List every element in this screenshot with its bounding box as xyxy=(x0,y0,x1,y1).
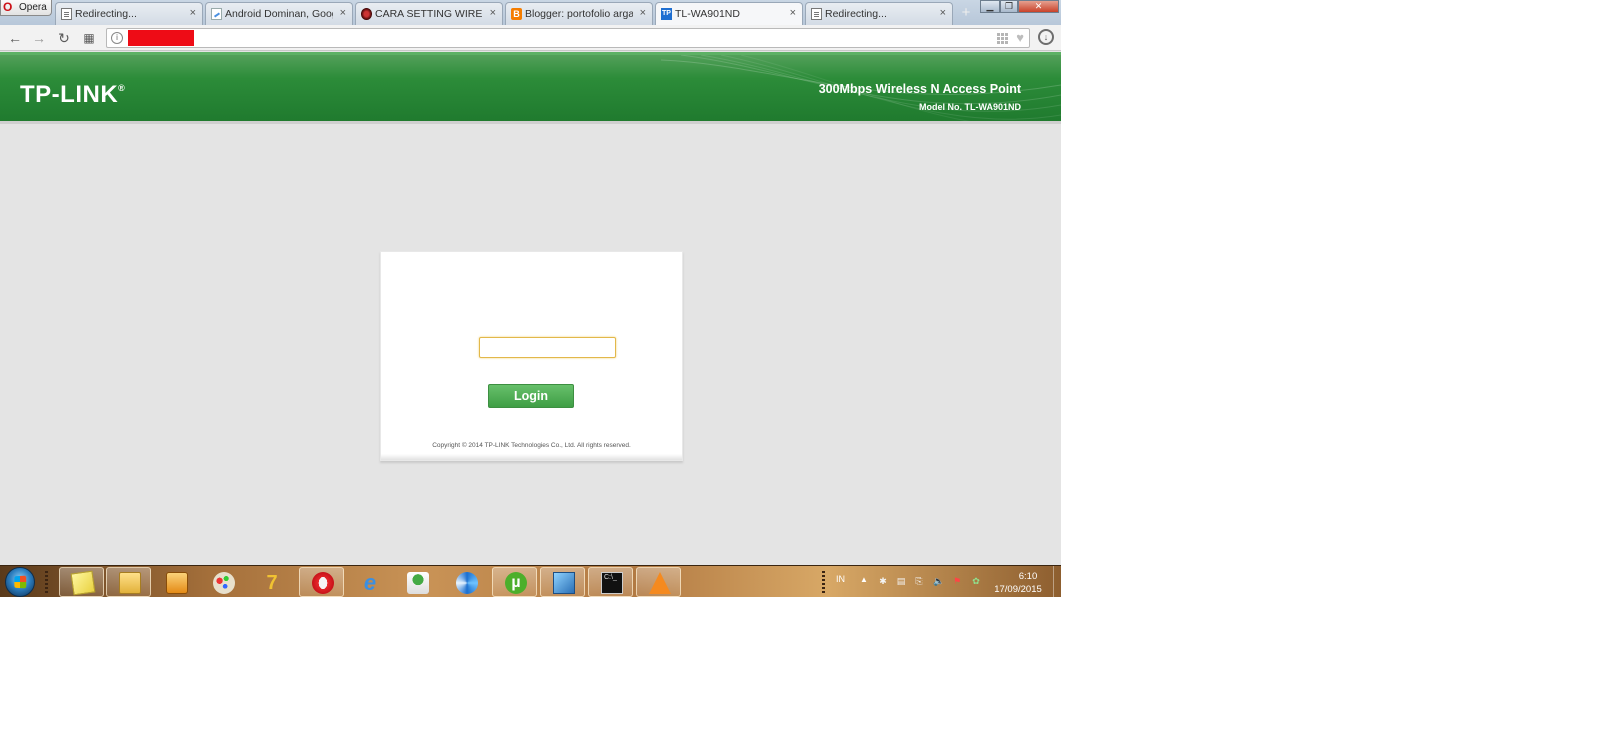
document-icon xyxy=(811,8,822,20)
opera-logo-icon: O xyxy=(3,0,13,14)
taskbar-grip xyxy=(45,571,48,593)
registered-mark: ® xyxy=(118,83,126,93)
sticky-notes-icon xyxy=(70,570,96,596)
browser-toolbar: ← → ↻ ▦ i ♥ ↓ xyxy=(0,25,1061,51)
tab-label: CARA SETTING WIRELESS xyxy=(375,8,483,20)
close-window-button[interactable]: ✕ xyxy=(1018,0,1059,13)
taskbar: 7 e µ C:\_ IN ▲ ✱ ▤ ⎘ 🔈 ⚑ ✿ 6:10 17/09/2… xyxy=(0,565,1061,597)
bluetooth-icon[interactable]: ✱ xyxy=(878,576,888,586)
tab-close-icon[interactable]: × xyxy=(940,7,946,19)
new-tab-button[interactable]: + xyxy=(958,5,974,20)
network-error-icon[interactable]: ⚑ xyxy=(952,576,962,586)
internet-explorer-icon: e xyxy=(363,570,377,595)
minimize-button[interactable]: ▁ xyxy=(980,0,1000,13)
browser-tab-strip: O Opera Redirecting... × Android Dominan… xyxy=(0,0,1061,25)
usb-device-icon[interactable]: ⎘ xyxy=(914,576,924,586)
taskbar-media-player[interactable] xyxy=(153,567,198,597)
blogger-icon: B xyxy=(511,8,522,20)
tplink-icon: TP xyxy=(661,8,672,20)
tab-cara-setting-wireless[interactable]: CARA SETTING WIRELESS × xyxy=(355,2,503,25)
tab-close-icon[interactable]: × xyxy=(790,7,796,19)
language-indicator[interactable]: IN xyxy=(836,574,845,584)
opera-icon xyxy=(312,572,334,594)
product-name: 300Mbps Wireless N Access Point xyxy=(818,82,1021,96)
clock-date[interactable]: 17/09/2015 xyxy=(988,584,1048,595)
vlc-cone-icon xyxy=(649,572,671,594)
address-bar[interactable]: i ♥ xyxy=(106,28,1030,48)
taskbar-vlc[interactable] xyxy=(636,567,681,597)
speed-dial-grid-icon[interactable]: ▦ xyxy=(79,28,99,48)
redacted-url-mark xyxy=(128,30,194,46)
taskbar-communicator[interactable] xyxy=(443,567,488,597)
tray-expand-arrow-icon[interactable]: ▲ xyxy=(860,575,868,584)
page-header: TP-LINK® 300Mbps Wireless N Access Point… xyxy=(0,52,1061,122)
forward-arrow-icon[interactable]: → xyxy=(29,28,49,48)
desktop-screen: O Opera Redirecting... × Android Dominan… xyxy=(0,0,1061,597)
tab-close-icon[interactable]: × xyxy=(640,7,646,19)
taskbar-seven-zip[interactable]: 7 xyxy=(248,567,293,597)
site-icon xyxy=(361,8,372,20)
taskbar-opera[interactable] xyxy=(299,567,344,597)
tab-close-icon[interactable]: × xyxy=(340,7,346,19)
back-arrow-icon[interactable]: ← xyxy=(5,28,25,48)
taskbar-internet-explorer[interactable]: e xyxy=(346,567,391,597)
model-number: Model No. TL-WA901ND xyxy=(918,102,1021,112)
download-icon[interactable]: ↓ xyxy=(1038,29,1054,45)
tab-blogger[interactable]: B Blogger: portofolio arga y × xyxy=(505,2,653,25)
swirl-app-icon xyxy=(456,572,478,594)
seven-icon: 7 xyxy=(266,572,278,594)
opera-menu-button[interactable]: O Opera xyxy=(0,0,52,16)
antivirus-icon[interactable]: ✿ xyxy=(971,576,981,586)
start-button[interactable] xyxy=(5,567,35,597)
taskbar-utorrent[interactable]: µ xyxy=(492,567,537,597)
system-tray: IN ▲ ✱ ▤ ⎘ 🔈 ⚑ ✿ 6:10 17/09/2015 xyxy=(828,566,1061,597)
heart-bookmark-icon[interactable]: ♥ xyxy=(1016,30,1024,45)
taskbar-grip xyxy=(822,571,825,593)
google-icon xyxy=(211,8,222,20)
tab-close-icon[interactable]: × xyxy=(490,7,496,19)
tab-label: Blogger: portofolio arga y xyxy=(525,8,633,20)
login-button[interactable]: Login xyxy=(488,384,574,408)
taskbar-file-explorer[interactable] xyxy=(106,567,151,597)
tab-label: Redirecting... xyxy=(75,8,137,20)
taskbar-control-panel[interactable] xyxy=(540,567,585,597)
show-desktop-button[interactable] xyxy=(1053,566,1061,597)
media-player-icon xyxy=(166,572,188,594)
paint-palette-icon xyxy=(213,572,235,594)
tab-label: Android Dominan, Google xyxy=(225,8,333,20)
tab-label: TL-WA901ND xyxy=(675,8,740,20)
opera-menu-label: Opera xyxy=(19,2,47,13)
taskbar-network-tool[interactable] xyxy=(394,567,439,597)
command-prompt-icon: C:\_ xyxy=(601,572,623,594)
tab-redirecting-2[interactable]: Redirecting... × xyxy=(805,2,953,25)
login-panel: Login Copyright © 2014 TP-LINK Technolog… xyxy=(380,251,683,461)
site-info-icon[interactable]: i xyxy=(111,32,123,44)
control-panel-icon xyxy=(553,572,575,594)
volume-icon[interactable]: 🔈 xyxy=(933,576,944,586)
tab-label: Redirecting... xyxy=(825,8,887,20)
clock-time[interactable]: 6:10 xyxy=(1003,571,1053,582)
taskbar-command-prompt[interactable]: C:\_ xyxy=(588,567,633,597)
tab-tl-wa901nd[interactable]: TP TL-WA901ND × xyxy=(655,2,803,25)
reload-icon[interactable]: ↻ xyxy=(54,28,74,48)
speed-dial-icon[interactable] xyxy=(997,33,1008,44)
logo-text: TP-LINK xyxy=(20,81,119,108)
tab-android-dominan[interactable]: Android Dominan, Google × xyxy=(205,2,353,25)
header-divider xyxy=(0,121,1061,124)
taskbar-paint[interactable] xyxy=(200,567,245,597)
taskbar-sticky-notes[interactable] xyxy=(59,567,104,597)
copyright-text: Copyright © 2014 TP-LINK Technologies Co… xyxy=(432,442,631,449)
clipboard-icon[interactable]: ▤ xyxy=(896,576,906,586)
restore-button[interactable]: ❐ xyxy=(1000,0,1018,13)
utorrent-icon: µ xyxy=(505,572,527,594)
password-input[interactable] xyxy=(479,337,616,358)
tab-close-icon[interactable]: × xyxy=(190,7,196,19)
folder-icon xyxy=(119,572,141,594)
tab-redirecting-1[interactable]: Redirecting... × xyxy=(55,2,203,25)
document-icon xyxy=(61,8,72,20)
network-tool-icon xyxy=(407,572,429,594)
tplink-logo: TP-LINK® xyxy=(20,81,125,109)
window-controls: ▁ ❐ ✕ xyxy=(980,0,1059,13)
